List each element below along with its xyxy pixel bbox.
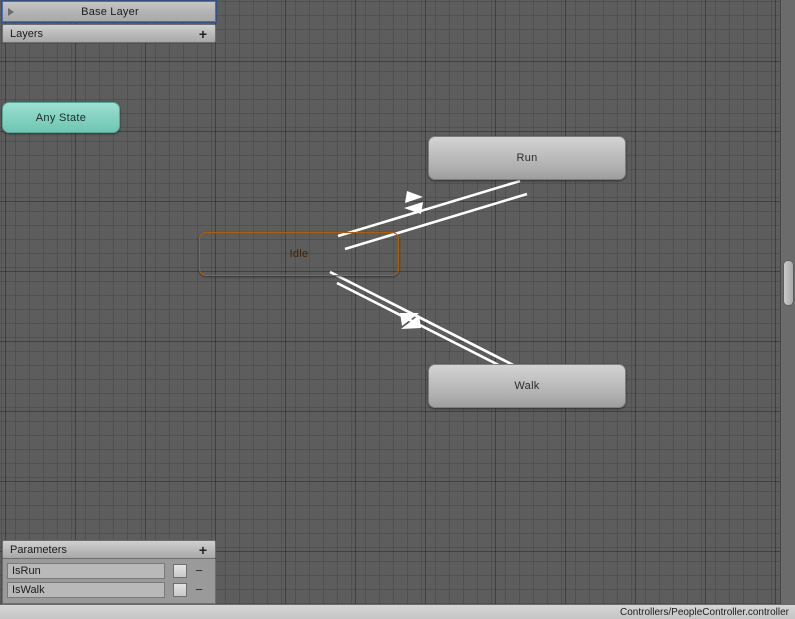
parameter-checkbox[interactable] (173, 583, 187, 597)
layers-header-label: Layers (10, 27, 44, 40)
parameters-panel: Parameters + IsRun − IsWalk − (0, 540, 218, 604)
parameters-list: IsRun − IsWalk − (2, 559, 216, 604)
animator-graph-canvas[interactable]: Any State Run Idle Walk (0, 0, 795, 604)
add-layer-button[interactable]: + (199, 27, 215, 41)
remove-parameter-button[interactable]: − (187, 564, 211, 577)
layers-header: Layers + (2, 24, 216, 43)
animator-window: Any State Run Idle Walk Base Layer Layer… (0, 0, 795, 619)
remove-parameter-button[interactable]: − (187, 583, 211, 596)
state-node-idle[interactable]: Idle (199, 232, 399, 276)
parameters-header-label: Parameters (10, 543, 67, 556)
parameter-name-input[interactable]: IsWalk (7, 582, 165, 598)
layer-item-base-layer[interactable]: Base Layer (1, 0, 217, 23)
layers-panel: Base Layer Layers + (0, 0, 218, 43)
transitions-layer (329, 179, 535, 385)
state-node-label: Walk (514, 380, 540, 392)
layer-item-label: Base Layer (81, 5, 139, 18)
parameter-row: IsRun − (7, 562, 211, 580)
state-node-label: Any State (35, 111, 87, 124)
vertical-scrollbar[interactable] (780, 0, 795, 604)
add-parameter-button[interactable]: + (199, 543, 215, 557)
state-node-any-state[interactable]: Any State (2, 102, 120, 133)
state-node-run[interactable]: Run (428, 136, 626, 180)
vertical-scrollbar-thumb[interactable] (783, 260, 794, 306)
parameter-checkbox[interactable] (173, 564, 187, 578)
asset-path-label: Controllers/PeopleController.controller (620, 606, 789, 618)
parameter-name-input[interactable]: IsRun (7, 563, 165, 579)
triangle-right-icon[interactable] (3, 2, 19, 21)
status-bar: Controllers/PeopleController.controller (0, 604, 795, 619)
parameter-row: IsWalk − (7, 581, 211, 599)
parameters-header: Parameters + (2, 540, 216, 559)
state-node-label: Run (516, 152, 538, 164)
state-node-label: Idle (289, 248, 309, 260)
state-node-walk[interactable]: Walk (428, 364, 626, 408)
